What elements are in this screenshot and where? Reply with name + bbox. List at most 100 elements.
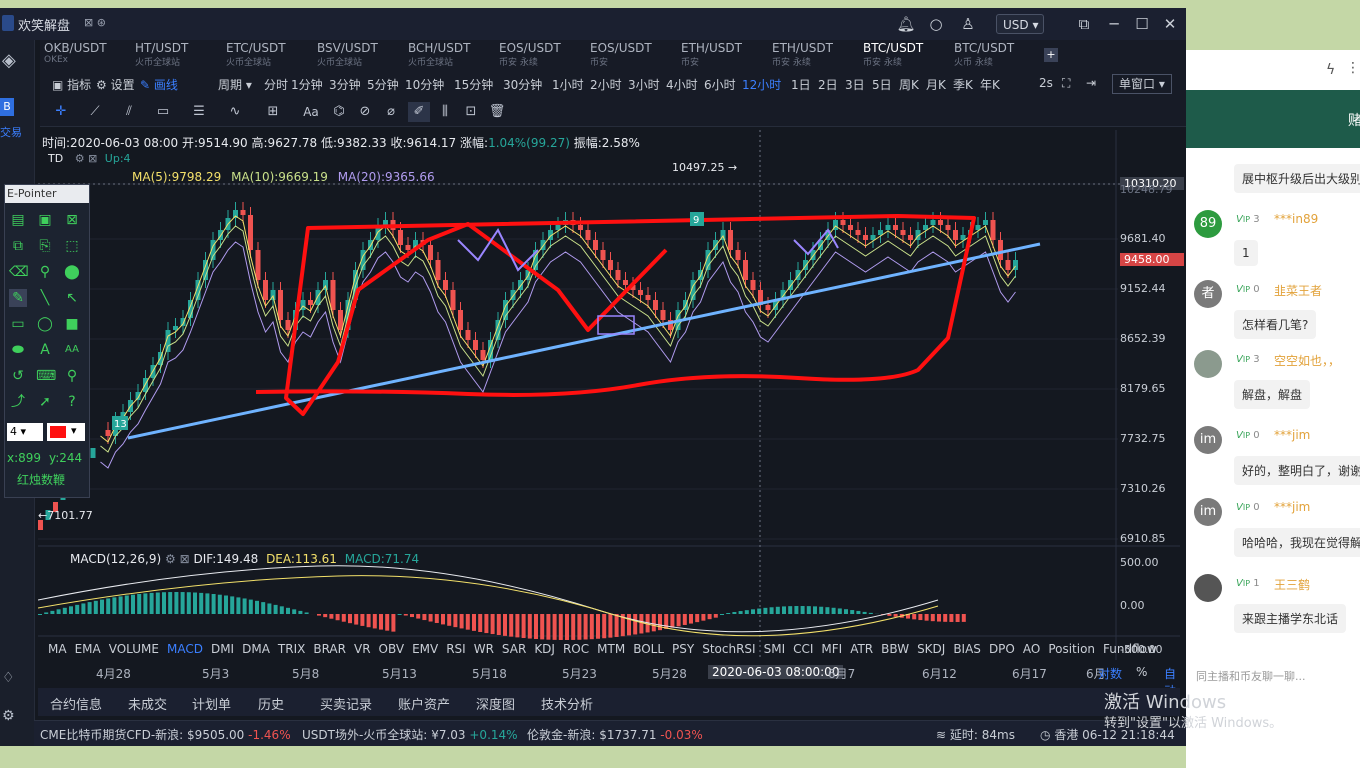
td-close-icon[interactable]: ⊠	[88, 152, 97, 165]
bottom-tab[interactable]: 未成交	[128, 694, 167, 713]
indicator-item[interactable]: KDJ	[534, 642, 555, 656]
trade-icon[interactable]: B	[0, 98, 14, 116]
period-option[interactable]: 6小时	[704, 76, 736, 93]
bottom-tab[interactable]: 计划单	[192, 694, 231, 713]
delete-icon[interactable]: 🗑︎	[486, 102, 508, 122]
indicator-item[interactable]: DMI	[211, 642, 234, 656]
measure-icon[interactable]: ⫼	[434, 102, 456, 122]
period-option[interactable]: 2小时	[590, 76, 622, 93]
pair-tab[interactable]: ETC/USDT 火币全球站	[222, 40, 312, 70]
line-tool-icon[interactable]: ╲	[36, 289, 54, 307]
macd-close-icon[interactable]: ⊠	[180, 552, 190, 566]
period-option[interactable]: 3小时	[628, 76, 660, 93]
popout-icon[interactable]: ⧉	[1074, 14, 1094, 34]
search-icon[interactable]: ○	[926, 14, 946, 34]
indicator-item[interactable]: TRIX	[278, 642, 305, 656]
indicator-item[interactable]: StochRSI	[702, 642, 755, 656]
pair-tab[interactable]: BSV/USDT 火币全球站	[313, 40, 403, 70]
exit-icon[interactable]: ⇥	[1086, 76, 1096, 90]
lock-icon[interactable]: ⊡	[460, 102, 482, 122]
indicator-button[interactable]: ▣ 指标	[52, 76, 91, 93]
pattern-icon[interactable]: ⌬	[328, 102, 350, 122]
bottom-tab[interactable]: 深度图	[476, 694, 515, 713]
period-option[interactable]: 15分钟	[454, 76, 493, 93]
indicator-item[interactable]: PSY	[672, 642, 694, 656]
eraser-icon[interactable]: ⌫	[9, 263, 29, 281]
pair-tab[interactable]: ETH/USDT 币安	[677, 40, 767, 70]
indicator-item[interactable]: BRAR	[313, 642, 346, 656]
period-option[interactable]: 周K	[899, 76, 919, 93]
indicator-item[interactable]: AO	[1023, 642, 1040, 656]
copy-icon[interactable]: ⧉	[9, 237, 27, 255]
indicator-item[interactable]: EMV	[412, 642, 438, 656]
text-icon[interactable]: Aa	[300, 102, 322, 122]
indicator-item[interactable]: CCI	[793, 642, 813, 656]
trade-label[interactable]: 交易	[0, 124, 22, 140]
marker-icon[interactable]: ⤴	[9, 393, 27, 411]
period-option[interactable]: 分时	[264, 76, 288, 93]
pen-icon[interactable]: ✎	[9, 289, 27, 307]
picker-icon[interactable]: ⚲	[36, 263, 54, 281]
select-icon[interactable]: ⬚	[63, 237, 81, 255]
maximize-button[interactable]: ☐	[1132, 14, 1152, 34]
filled-rect-icon[interactable]: ■	[63, 315, 81, 333]
bottom-tab[interactable]: 账户资产	[398, 694, 450, 713]
indicator-item[interactable]: SAR	[502, 642, 526, 656]
usdt-ticker[interactable]: USDT场外-火币全球站: ¥7.03 +0.14%	[302, 726, 518, 743]
indicator-item[interactable]: EMA	[75, 642, 101, 656]
period-option[interactable]: 2日	[818, 76, 838, 93]
clipboard-icon[interactable]: ⎘	[36, 237, 54, 255]
flash-icon[interactable]: ϟ	[1326, 62, 1335, 78]
font-size-icon[interactable]: AA	[63, 341, 81, 359]
pair-tab[interactable]: OKB/USDT OKEx	[40, 40, 130, 70]
avatar[interactable]: im	[1194, 426, 1222, 454]
scale-option[interactable]: %	[1136, 665, 1147, 679]
draw-button[interactable]: ✎ 画线	[140, 76, 178, 93]
fill-icon[interactable]: ⬤	[63, 263, 81, 281]
fib-icon[interactable]: ☰	[188, 102, 210, 122]
td-settings-icon[interactable]: ⚙	[75, 152, 85, 165]
avatar[interactable]	[1194, 574, 1222, 602]
user-name[interactable]: ***in89	[1274, 212, 1318, 226]
period-option[interactable]: 季K	[953, 76, 973, 93]
parallel-line-icon[interactable]: ⫽	[118, 102, 140, 122]
indicator-item[interactable]: ATR	[850, 642, 873, 656]
indicator-item[interactable]: OBV	[379, 642, 405, 656]
indicator-item[interactable]: MACD	[167, 642, 203, 656]
avatar[interactable]: 89	[1194, 210, 1222, 238]
indicator-item[interactable]: VR	[354, 642, 371, 656]
period-option[interactable]: 3日	[845, 76, 865, 93]
indicator-item[interactable]: BIAS	[953, 642, 981, 656]
color-select[interactable]: ▾	[47, 423, 85, 441]
shirt-icon[interactable]: ♙	[958, 14, 978, 34]
open-icon[interactable]: ▤	[9, 211, 27, 229]
pair-tab[interactable]: ETH/USDT 币安 永续	[768, 40, 858, 70]
indicator-item[interactable]: VOLUME	[109, 642, 159, 656]
avatar[interactable]	[1194, 350, 1222, 378]
macd-settings-icon[interactable]: ⚙	[165, 552, 176, 566]
text-tool-icon[interactable]: A	[36, 341, 54, 359]
indicator-item[interactable]: RSI	[446, 642, 466, 656]
period-option[interactable]: 1分钟	[291, 76, 323, 93]
size-select[interactable]: 4 ▾	[7, 423, 43, 441]
gold-ticker[interactable]: 伦敦金-新浪: $1737.71 -0.03%	[527, 726, 703, 743]
save-icon[interactable]: ▣	[36, 211, 54, 229]
period-option[interactable]: 4小时	[666, 76, 698, 93]
user-name[interactable]: 王三鹤	[1274, 576, 1310, 593]
period-option[interactable]: 1日	[791, 76, 811, 93]
fullscreen-icon[interactable]: ⛶	[1062, 76, 1070, 91]
window-mode-select[interactable]: 单窗口 ▾	[1112, 74, 1172, 94]
period-option[interactable]: 年K	[980, 76, 1000, 93]
indicator-item[interactable]: SKDJ	[917, 642, 945, 656]
cursor-icon[interactable]: ➚	[36, 393, 54, 411]
settings-icon[interactable]: ⚙	[2, 708, 15, 724]
bottom-tab[interactable]: 合约信息	[50, 694, 102, 713]
rectangle-icon[interactable]: ▭	[152, 102, 174, 122]
epointer-palette[interactable]: E-Pointer ▤ ▣ ⊠ ⧉ ⎘ ⬚ ⌫ ⚲ ⬤ ✎ ╲ ↖ ▭ ◯ ■ ⬬ A AA ↺ ⌨ ⚲ ⤴ ➚? 4 ▾ …	[4, 184, 90, 498]
user-name[interactable]: 空空如也，，	[1274, 352, 1340, 369]
avatar[interactable]: 者	[1194, 280, 1222, 308]
scale-option[interactable]: 对数	[1098, 665, 1122, 682]
pair-tab[interactable]: HT/USDT 火币全球站	[131, 40, 221, 70]
pair-tab[interactable]: EOS/USDT 币安	[586, 40, 676, 70]
undo-icon[interactable]: ↺	[9, 367, 27, 385]
